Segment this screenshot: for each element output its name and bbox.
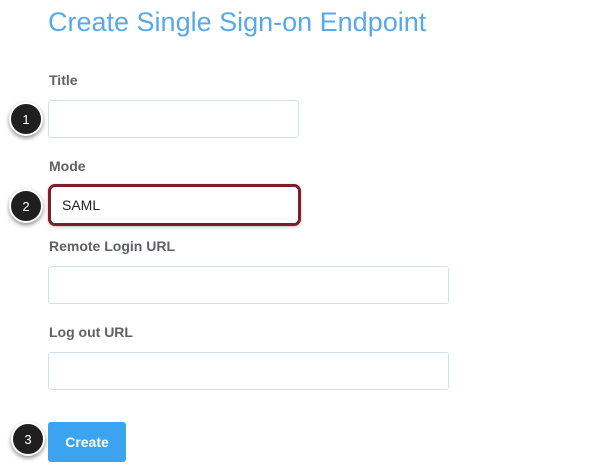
remote-login-url-label: Remote Login URL [49, 238, 175, 254]
step-badge-3: 3 [11, 422, 45, 456]
remote-login-url-input[interactable] [48, 266, 449, 304]
mode-select-value: SAML [62, 197, 101, 213]
title-input[interactable] [48, 100, 299, 138]
step-badge-2: 2 [9, 189, 43, 223]
mode-select[interactable]: SAML [48, 184, 301, 226]
logout-url-label: Log out URL [49, 324, 133, 340]
step-badge-1: 1 [9, 102, 43, 136]
mode-label: Mode [49, 158, 86, 174]
logout-url-input[interactable] [48, 352, 449, 390]
create-button[interactable]: Create [48, 422, 126, 462]
title-label: Title [49, 72, 78, 88]
page-title: Create Single Sign-on Endpoint [48, 7, 427, 37]
